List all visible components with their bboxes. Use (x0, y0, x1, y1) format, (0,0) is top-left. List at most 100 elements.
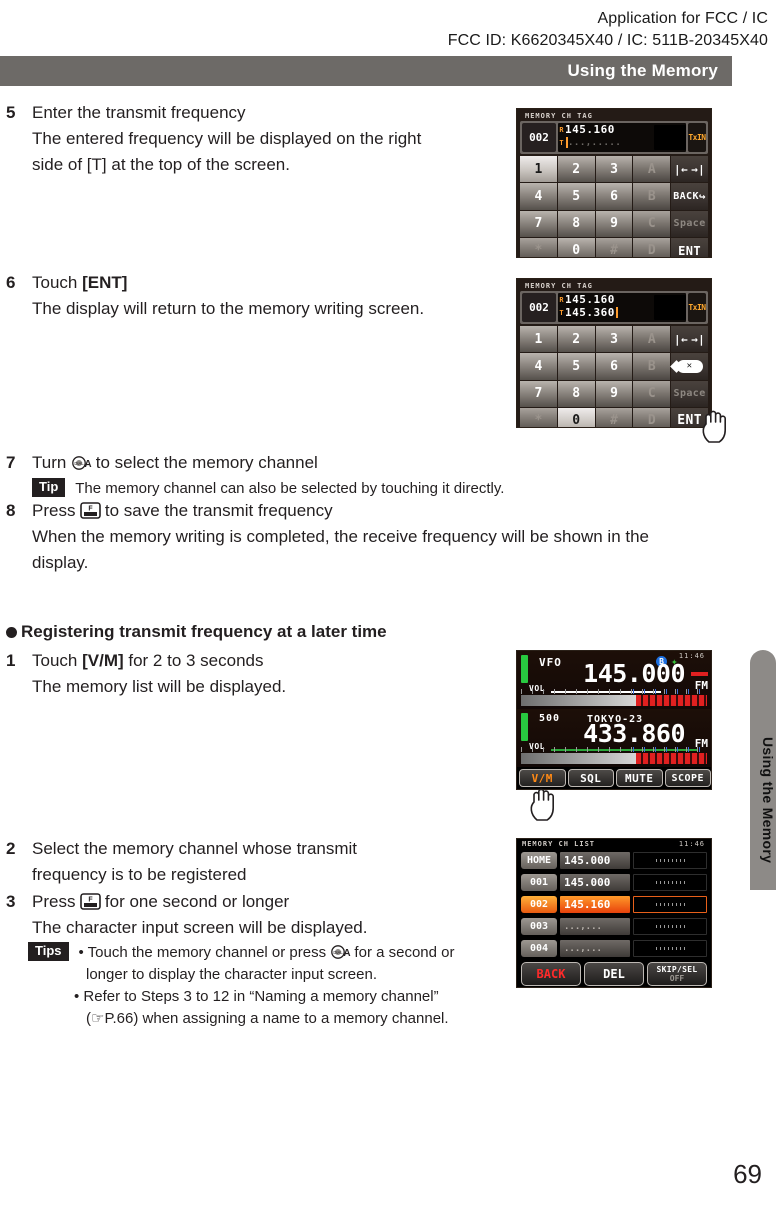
keypad-2-key-8[interactable]: 8 (557, 380, 595, 407)
memory-row-frequency: ...,... (560, 940, 630, 957)
keypad-2-title: MEMORY CH TAG (525, 282, 593, 290)
cursor-right-icon[interactable]: →| (691, 163, 705, 176)
section-heading-text: Registering transmit frequency at a late… (21, 622, 387, 641)
keypad-2-key-1[interactable]: 1 (520, 326, 557, 353)
keypad-1-key-7[interactable]: 7 (520, 210, 557, 237)
keypad-2-tag-field[interactable] (654, 295, 686, 320)
cursor-left-icon[interactable]: |← (674, 333, 688, 346)
keypad-1-key-2[interactable]: 2 (557, 156, 595, 183)
keypad-2-tx-label: T (559, 308, 564, 317)
memory-list-skipsel-label: SKIP/SEL (656, 965, 698, 974)
keypad-2-key-d[interactable]: D (633, 407, 671, 427)
memory-list-del-button[interactable]: DEL (584, 962, 644, 986)
keypad-2-key-2[interactable]: 2 (557, 326, 595, 353)
keypad-screen-2: MEMORY CH TAG 002 R 145.160 T 145.360 Tx… (516, 278, 712, 428)
memory-row-tag (633, 896, 707, 913)
keypad-2-key-asterisk[interactable]: * (520, 407, 557, 427)
running-head-bar: Using the Memory (0, 56, 732, 86)
memory-list-back-button[interactable]: BACK (521, 962, 581, 986)
vfo-button-sql[interactable]: SQL (567, 769, 614, 787)
vfo-main-meter-red (636, 695, 707, 706)
later-step-3: 3 Press F for one second or longer The c… (6, 889, 496, 941)
memory-row-frequency: 145.000 (560, 852, 630, 869)
step-8-line2: display. (32, 553, 89, 572)
keypad-2-key-b[interactable]: B (633, 353, 671, 380)
later-step-1-number: 1 (6, 651, 16, 670)
cursor-right-icon[interactable]: →| (691, 333, 705, 346)
later-step-3-title: Press F for one second or longer (32, 889, 367, 915)
keypad-2-freq-zone: R 145.160 T 145.360 (558, 293, 686, 322)
keypad-2-key-5[interactable]: 5 (557, 353, 595, 380)
keypad-1-key-b[interactable]: B (633, 183, 671, 210)
memory-list-skipsel-button[interactable]: SKIP/SEL OFF (647, 962, 707, 986)
keypad-1-back-button[interactable]: BACK ↪ (671, 183, 708, 210)
keypad-2-key-3[interactable]: 3 (595, 326, 633, 353)
vfo-main-frequency: 145.000 (583, 659, 685, 688)
keypad-1-key-3[interactable]: 3 (595, 156, 633, 183)
keypad-2-space-button[interactable]: Space (671, 380, 708, 407)
vfo-button-vm[interactable]: V/M (519, 769, 566, 787)
step-6-line1: The display will return to the memory wr… (32, 299, 425, 318)
keypad-1-key-9[interactable]: 9 (595, 210, 633, 237)
vfo-main-row[interactable]: 11:46 VFO B ✦ 145.000 FM VOL (517, 651, 711, 709)
tip-badge: Tip (32, 478, 66, 497)
step-7-pre: Turn (32, 453, 72, 472)
step-8-post: to save the transmit frequency (100, 501, 333, 520)
memory-list-row[interactable]: 004 ...,... (521, 939, 707, 958)
keypad-1-txin-badge: TxIN (688, 123, 706, 152)
step-6-title-bold: [ENT] (82, 273, 128, 292)
vfo-sub-row[interactable]: 500 TOKYO-23 433.860 FM VOL (517, 709, 711, 767)
vfo-button-mute[interactable]: MUTE (616, 769, 663, 787)
step-7-number: 7 (6, 453, 16, 472)
keypad-1-key-d[interactable]: D (633, 237, 671, 257)
memory-row-frequency: 145.000 (560, 874, 630, 891)
cursor-left-icon[interactable]: |← (674, 163, 688, 176)
keypad-1-ent-button[interactable]: ENT (671, 237, 708, 257)
keypad-2-key-c[interactable]: C (633, 380, 671, 407)
svg-text:DIAL: DIAL (74, 461, 84, 466)
keypad-2-backspace-button[interactable]: ✕ (671, 353, 708, 380)
vfo-button-scope[interactable]: SCOPE (664, 769, 711, 787)
keypad-2-key-4[interactable]: 4 (520, 353, 557, 380)
memory-list-clock: 11:46 (678, 840, 705, 848)
memory-row-channel: 004 (521, 940, 557, 957)
memory-list-row[interactable]: 001 145.000 (521, 873, 707, 892)
memory-list-row[interactable]: HOME 145.000 (521, 851, 707, 870)
svg-text:F: F (89, 897, 94, 904)
vfo-sub-scale-blue (633, 747, 707, 752)
keypad-1-cursor-arrows[interactable]: |← →| (671, 156, 708, 183)
keypad-1-key-a[interactable]: A (633, 156, 671, 183)
keypad-1-key-8[interactable]: 8 (557, 210, 595, 237)
vfo-main-mode-bar (691, 672, 708, 676)
keypad-1-key-0[interactable]: 0 (557, 237, 595, 257)
memory-row-tag (633, 918, 707, 935)
keypad-2-key-6[interactable]: 6 (595, 353, 633, 380)
memory-list-row[interactable]: 003 ...,... (521, 917, 707, 936)
memory-row-channel: 003 (521, 918, 557, 935)
vfo-sub-channel: 500 (539, 713, 561, 724)
keypad-1-key-hash[interactable]: # (595, 237, 633, 257)
keypad-2-key-hash[interactable]: # (595, 407, 633, 427)
memory-list-row-selected[interactable]: 002 145.160 (521, 895, 707, 914)
keypad-2-key-a[interactable]: A (633, 326, 671, 353)
keypad-1-key-6[interactable]: 6 (595, 183, 633, 210)
keypad-1-key-5[interactable]: 5 (557, 183, 595, 210)
later-step-1-line1: The memory list will be displayed. (32, 677, 287, 696)
keypad-2-key-9[interactable]: 9 (595, 380, 633, 407)
tip1-post: for a second or (350, 944, 455, 961)
later-step-3-number: 3 (6, 892, 16, 911)
keypad-1-key-asterisk[interactable]: * (520, 237, 557, 257)
memory-row-channel: 001 (521, 874, 557, 891)
keypad-2-cursor-arrows[interactable]: |← →| (671, 326, 708, 353)
keypad-1-tag-field[interactable] (654, 125, 686, 150)
dial-icon: DIAL A (71, 456, 92, 470)
svg-text:A: A (84, 459, 91, 470)
keypad-1-key-4[interactable]: 4 (520, 183, 557, 210)
keypad-1-key-c[interactable]: C (633, 210, 671, 237)
memory-list-back-label: BACK (536, 967, 566, 981)
keypad-1-space-button[interactable]: Space (671, 210, 708, 237)
tip2-line1: • Refer to Steps 3 to 12 in “Naming a me… (74, 988, 439, 1005)
keypad-2-key-7[interactable]: 7 (520, 380, 557, 407)
keypad-1-key-1[interactable]: 1 (520, 156, 557, 183)
keypad-2-key-0[interactable]: 0 (557, 407, 595, 427)
